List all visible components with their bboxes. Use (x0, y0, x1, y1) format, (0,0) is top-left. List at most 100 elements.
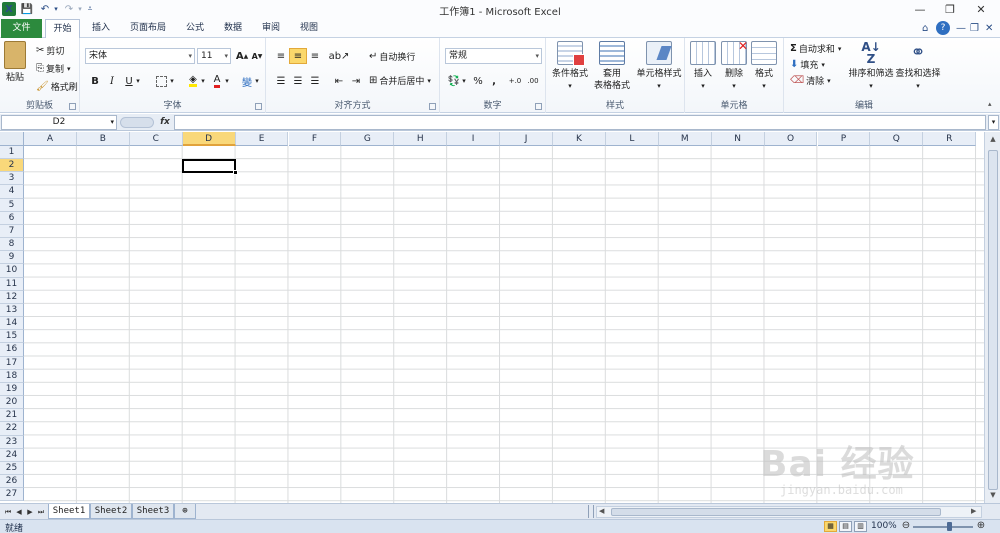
page-layout-view-button[interactable]: ▤ (839, 521, 852, 532)
format-as-table-button[interactable]: 套用 表格格式 (588, 41, 636, 92)
row-header-4[interactable]: 4 (0, 185, 24, 199)
font-name-combo[interactable]: 宋体 ▾ (85, 48, 195, 64)
vertical-scrollbar[interactable]: ▲ ▼ (984, 132, 1000, 503)
column-header-j[interactable]: J (500, 132, 553, 146)
restore-button[interactable]: ❐ (935, 0, 965, 19)
vertical-scroll-thumb[interactable] (988, 150, 998, 490)
row-header-10[interactable]: 10 (0, 264, 24, 278)
formula-bar-splitter[interactable] (120, 117, 154, 128)
clipboard-launcher-icon[interactable] (69, 103, 76, 110)
phonetic-dropdown-icon[interactable]: ▾ (253, 73, 261, 89)
expand-formula-bar-icon[interactable]: ▾ (988, 115, 999, 130)
align-bottom-button[interactable]: ≡ (306, 48, 324, 64)
tab-view[interactable]: 视图 (292, 19, 326, 38)
tab-review[interactable]: 审阅 (254, 19, 288, 38)
row-header-6[interactable]: 6 (0, 211, 24, 225)
zoom-out-icon[interactable]: ⊖ (901, 520, 911, 532)
format-painter-button[interactable]: 🖌 格式刷 (36, 80, 78, 93)
column-header-m[interactable]: M (658, 132, 712, 146)
column-header-p[interactable]: P (817, 132, 871, 146)
column-header-f[interactable]: F (288, 132, 342, 146)
fill-color-dropdown-icon[interactable]: ▾ (199, 73, 207, 89)
alignment-launcher-icon[interactable] (429, 103, 436, 110)
increase-decimal-button[interactable]: +.0 (506, 73, 524, 89)
format-cells-button[interactable]: 格式 ▾ (749, 41, 779, 92)
horizontal-scroll-thumb[interactable] (611, 508, 941, 516)
horizontal-scrollbar[interactable]: ◀ ▶ (596, 506, 982, 518)
scroll-down-icon[interactable]: ▼ (988, 491, 998, 501)
column-header-b[interactable]: B (76, 132, 130, 146)
scroll-left-icon[interactable]: ◀ (599, 507, 604, 515)
row-header-13[interactable]: 13 (0, 303, 24, 318)
insert-function-icon[interactable]: fx (158, 115, 172, 130)
formula-input[interactable] (174, 115, 986, 130)
row-header-17[interactable]: 17 (0, 356, 24, 370)
conditional-formatting-button[interactable]: 条件格式 ▾ (549, 41, 591, 92)
column-header-n[interactable]: N (711, 132, 765, 146)
wrap-text-button[interactable]: ↵ 自动换行 (369, 50, 415, 63)
row-header-27[interactable]: 27 (0, 488, 24, 502)
close-button[interactable]: ✕ (966, 0, 996, 19)
sheet-tab-2[interactable]: Sheet2 (90, 504, 132, 519)
fill-handle[interactable] (233, 170, 238, 175)
row-header-19[interactable]: 19 (0, 382, 24, 397)
orientation-button[interactable]: ab↗ (329, 48, 350, 64)
page-break-view-button[interactable]: ▥ (854, 521, 867, 532)
tab-insert[interactable]: 插入 (84, 19, 118, 38)
row-header-5[interactable]: 5 (0, 198, 24, 212)
column-header-e[interactable]: E (235, 132, 289, 146)
align-top-button[interactable]: ≡ (272, 48, 290, 64)
merge-center-button[interactable]: ⊞ 合并后居中 ▾ (369, 74, 431, 87)
underline-dropdown-icon[interactable]: ▾ (134, 73, 142, 89)
zoom-slider[interactable] (913, 526, 973, 528)
row-header-26[interactable]: 26 (0, 475, 24, 489)
normal-view-button[interactable]: ▦ (824, 521, 837, 532)
row-header-14[interactable]: 14 (0, 317, 24, 331)
zoom-level[interactable]: 100% (871, 521, 897, 531)
number-format-combo[interactable]: 常规 ▾ (445, 48, 542, 64)
number-launcher-icon[interactable] (535, 103, 542, 110)
border-dropdown-icon[interactable]: ▾ (168, 73, 176, 89)
row-header-25[interactable]: 25 (0, 461, 24, 475)
sheet-tab-1[interactable]: Sheet1 (48, 504, 90, 519)
align-right-button[interactable]: ☰ (306, 73, 324, 89)
row-header-21[interactable]: 21 (0, 409, 24, 423)
row-header-15[interactable]: 15 (0, 330, 24, 344)
scroll-right-icon[interactable]: ▶ (971, 507, 976, 515)
column-header-q[interactable]: Q (870, 132, 924, 146)
scroll-up-icon[interactable]: ▲ (988, 135, 998, 145)
comma-style-button[interactable]: , (485, 73, 503, 89)
accounting-dropdown-icon[interactable]: ▾ (460, 73, 468, 89)
minimize-button[interactable]: — (905, 0, 935, 19)
active-cell-d2[interactable] (182, 159, 236, 173)
row-header-12[interactable]: 12 (0, 290, 24, 304)
align-middle-button[interactable]: ≡ (289, 48, 307, 64)
row-header-8[interactable]: 8 (0, 238, 24, 252)
column-header-a[interactable]: A (24, 132, 77, 146)
zoom-in-icon[interactable]: ⊕ (976, 520, 986, 532)
column-header-c[interactable]: C (129, 132, 183, 146)
name-box-dropdown-icon[interactable]: ▾ (110, 116, 114, 129)
autosum-button[interactable]: Σ 自动求和 ▾ (790, 42, 841, 55)
insert-sheet-button[interactable]: ⊕ (174, 504, 196, 519)
decrease-decimal-button[interactable]: .00 (524, 73, 542, 89)
align-left-button[interactable]: ☰ (272, 73, 290, 89)
copy-button[interactable]: ⎘ 复制 ▾ (36, 62, 71, 75)
ribbon-minimize-icon[interactable]: ⌂ (922, 21, 928, 36)
font-size-combo[interactable]: 11 ▾ (197, 48, 231, 64)
column-header-k[interactable]: K (553, 132, 606, 146)
find-select-button[interactable]: ⚭ 查找和选择 ▾ (894, 41, 942, 92)
clear-button[interactable]: ⌫ 清除 ▾ (790, 74, 831, 87)
select-all-button[interactable] (0, 132, 24, 146)
row-header-24[interactable]: 24 (0, 448, 24, 462)
column-header-h[interactable]: H (394, 132, 448, 146)
row-header-11[interactable]: 11 (0, 277, 24, 291)
workbook-close-icon[interactable]: ✕ (985, 21, 993, 36)
tab-split-handle[interactable] (588, 505, 594, 518)
name-box[interactable]: D2 ▾ (1, 115, 117, 130)
last-sheet-icon[interactable]: ⏭ (36, 506, 46, 518)
next-sheet-icon[interactable]: ▶ (25, 506, 35, 518)
align-center-button[interactable]: ☰ (289, 73, 307, 89)
tab-file[interactable]: 文件 (1, 19, 42, 38)
italic-button[interactable]: I (103, 73, 121, 89)
